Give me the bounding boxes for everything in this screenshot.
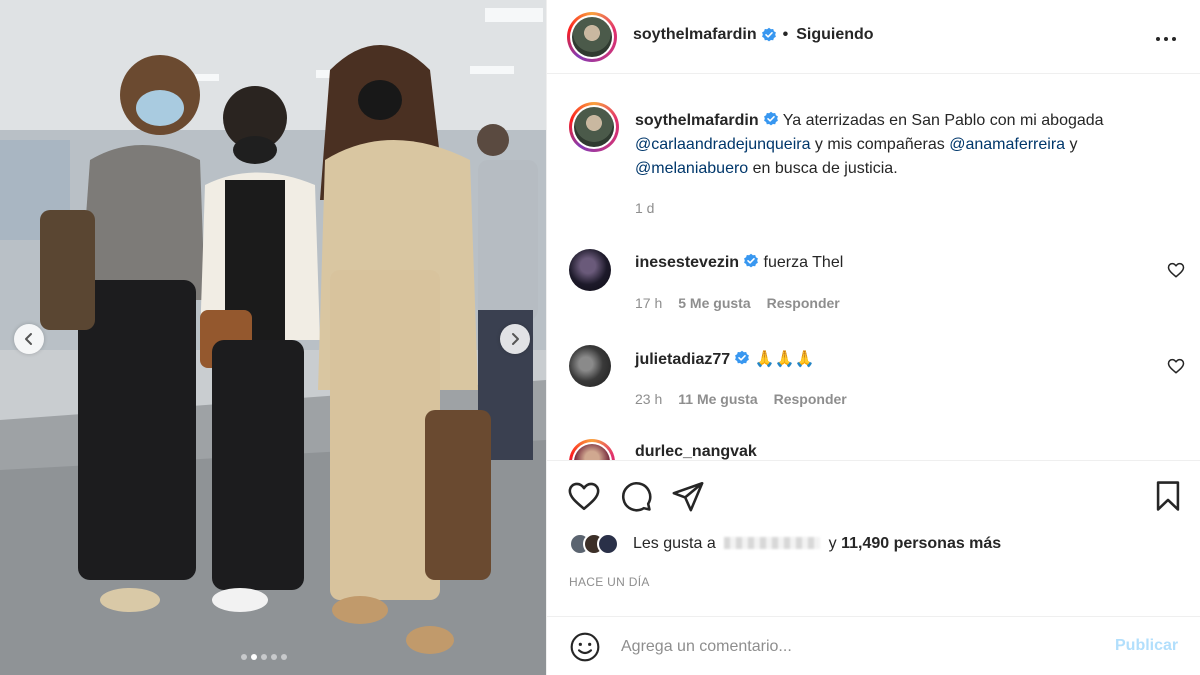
caption-avatar[interactable]: [569, 102, 619, 152]
mention-link[interactable]: @carlaandradejunqueira: [635, 136, 810, 153]
chevron-left-icon: [25, 333, 32, 345]
comments-section[interactable]: soythelmafardin Ya aterrizadas en San Pa…: [547, 75, 1200, 460]
carousel-dot: [271, 654, 277, 660]
caption-part: y: [1069, 136, 1078, 153]
mention-link[interactable]: @melaniabuero: [635, 160, 748, 177]
comment-input[interactable]: [621, 633, 1101, 661]
photo-image: [0, 0, 546, 675]
liker-avatar[interactable]: [597, 533, 619, 555]
author-username[interactable]: soythelmafardin: [633, 26, 757, 44]
comment-age: 23 h: [635, 391, 663, 407]
comment-meta: 17 h 5 Me gusta Responder: [635, 295, 840, 311]
comment-text: 🙏🙏🙏: [754, 351, 815, 368]
comment-meta: 23 h 11 Me gusta Responder: [635, 391, 847, 407]
heart-icon[interactable]: [567, 479, 601, 513]
commenter-username[interactable]: durlec_nangvak: [635, 443, 757, 460]
mention-link[interactable]: @anamaferreira: [949, 136, 1065, 153]
carousel-dot: [281, 654, 287, 660]
comment-text: fuerza Thel: [763, 254, 844, 271]
more-options-icon[interactable]: [1154, 27, 1178, 51]
comment-body: inesestevezin fuerza Thel: [635, 253, 843, 272]
comment-like-icon[interactable]: [1167, 261, 1185, 279]
liker-avatars: [569, 533, 619, 555]
post-actions: Les gusta a y 11,490 personas más HACE U…: [547, 460, 1200, 675]
caption-part: en busca de justicia.: [752, 160, 898, 177]
reply-button[interactable]: Responder: [774, 391, 847, 407]
carousel-next-button[interactable]: [500, 324, 530, 354]
likes-summary: Les gusta a y 11,490 personas más: [569, 533, 1001, 555]
carousel-dots: [241, 654, 287, 660]
reply-button[interactable]: Responder: [767, 295, 840, 311]
comment-likes[interactable]: 5 Me gusta: [678, 295, 750, 311]
caption-part: y mis compañeras: [814, 136, 945, 153]
commenter-avatar[interactable]: [569, 439, 615, 460]
caption-part: Ya aterrizadas en San Pablo con mi aboga…: [782, 112, 1104, 129]
verified-icon: [763, 111, 778, 126]
verified-icon: [744, 253, 758, 268]
caption-username[interactable]: soythelmafardin: [635, 112, 759, 129]
header-separator: •: [782, 26, 789, 43]
share-icon[interactable]: [671, 479, 705, 513]
commenter-username[interactable]: inesestevezin: [635, 254, 739, 271]
likes-prefix: Les gusta a: [633, 535, 716, 552]
add-comment-bar: Publicar: [547, 616, 1200, 675]
commenter-avatar[interactable]: [569, 345, 611, 387]
likes-count[interactable]: 11,490 personas más: [841, 535, 1001, 552]
comment-body: durlec_nangvak: [635, 443, 757, 460]
post-header: soythelmafardin • Siguiendo: [547, 0, 1200, 74]
liker-name-redacted: [724, 537, 821, 549]
verified-icon: [761, 27, 776, 42]
comment-likes[interactable]: 11 Me gusta: [678, 391, 757, 407]
chevron-right-icon: [512, 333, 519, 345]
carousel-prev-button[interactable]: [14, 324, 44, 354]
post-time: HACE UN DÍA: [569, 575, 650, 589]
caption-text: soythelmafardin Ya aterrizadas en San Pa…: [635, 109, 1155, 181]
comment-like-icon[interactable]: [1167, 357, 1185, 375]
post-side-panel: soythelmafardin • Siguiendo soythelmafar…: [546, 0, 1200, 675]
likes-suffix: y: [828, 535, 837, 552]
commenter-avatar[interactable]: [569, 249, 611, 291]
comment-age: 17 h: [635, 295, 663, 311]
comment-icon[interactable]: [619, 479, 653, 513]
likes-text[interactable]: Les gusta a y 11,490 personas más: [633, 535, 1001, 553]
comment-body: julietadiaz77 🙏🙏🙏: [635, 349, 814, 369]
caption-age: 1 d: [635, 200, 655, 216]
post-photo[interactable]: [0, 0, 546, 675]
publish-button[interactable]: Publicar: [1115, 637, 1178, 655]
carousel-dot: [241, 654, 247, 660]
emoji-icon[interactable]: [569, 631, 601, 663]
carousel-dot: [261, 654, 267, 660]
bookmark-icon[interactable]: [1151, 479, 1185, 513]
following-button[interactable]: Siguiendo: [796, 26, 873, 44]
author-avatar[interactable]: [567, 12, 617, 62]
carousel-dot-active: [251, 654, 257, 660]
verified-icon: [735, 350, 750, 365]
commenter-username[interactable]: julietadiaz77: [635, 351, 730, 368]
